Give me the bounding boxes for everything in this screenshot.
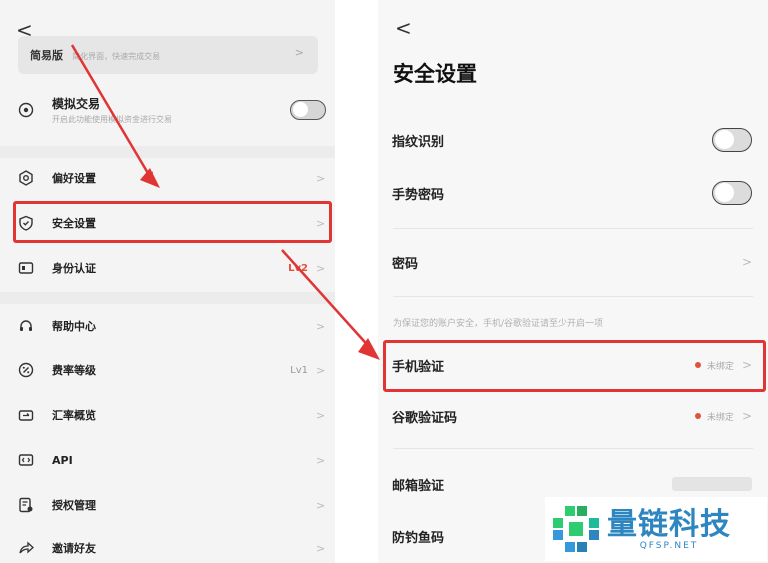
separator: [393, 228, 753, 229]
chevron-right-icon: >: [316, 408, 326, 422]
separator: [393, 448, 753, 449]
password-row[interactable]: 密码 >: [388, 240, 756, 284]
api-icon: [14, 448, 38, 472]
chevron-right-icon: >: [316, 171, 326, 185]
panel-divider: [335, 0, 378, 563]
banner-subtitle: 简化界面，快速完成交易: [72, 52, 161, 61]
chevron-right-icon: >: [316, 498, 326, 512]
highlight-box-security: [13, 201, 332, 243]
password-label: 密码: [392, 256, 419, 272]
percent-icon: [14, 358, 38, 382]
status-dot-icon: [694, 413, 701, 419]
google-auth-row[interactable]: 谷歌验证码 未绑定 >: [388, 394, 756, 438]
sidebar-item-label: 帮助中心: [52, 320, 96, 333]
identity-level-badge: Lv2: [288, 262, 308, 274]
fingerprint-label: 指纹识别: [392, 134, 445, 150]
sidebar-item-label: 费率等级: [52, 364, 96, 377]
share-icon: [14, 536, 38, 560]
sim-trading-toggle[interactable]: [290, 100, 326, 120]
sidebar-item-invite[interactable]: 邀请好友 >: [14, 530, 326, 563]
sidebar-item-preferences[interactable]: 偏好设置 >: [14, 160, 326, 196]
fingerprint-row: 指纹识别: [388, 118, 756, 162]
chevron-right-icon: >: [741, 409, 752, 423]
gesture-toggle[interactable]: [712, 181, 752, 205]
account-settings-panel: < 简易版 简化界面，快速完成交易 > 模拟交易 开启此功能使用模拟资金进行交易…: [0, 0, 335, 563]
exchange-icon: [14, 403, 38, 427]
chevron-right-icon: >: [316, 541, 326, 555]
license-icon: [14, 493, 38, 517]
logo-domain: QFSP.NET: [639, 540, 699, 551]
chevron-right-icon: >: [316, 453, 326, 467]
google-status: 未绑定: [694, 410, 734, 423]
chevron-right-icon: >: [316, 261, 326, 275]
sidebar-item-label: 授权管理: [52, 499, 96, 512]
sidebar-item-help[interactable]: 帮助中心 >: [14, 308, 326, 344]
highlight-box-phone: [383, 340, 766, 392]
gesture-row: 手势密码: [388, 171, 756, 215]
separator: [393, 296, 753, 297]
brand-logo: 量链科技 QFSP.NET: [545, 497, 767, 561]
chevron-right-icon: >: [316, 319, 326, 333]
sidebar-item-label: API: [52, 453, 73, 467]
banner-title: 简易版: [30, 49, 63, 62]
sim-trading-icon: [14, 98, 38, 122]
chevron-right-icon: >: [741, 255, 752, 269]
chevron-right-icon: >: [316, 363, 326, 377]
sidebar-item-label: 汇率概览: [52, 409, 96, 422]
back-button[interactable]: <: [395, 18, 412, 38]
email-value-blurred: [672, 477, 752, 491]
simple-mode-banner[interactable]: 简易版 简化界面，快速完成交易 >: [18, 36, 318, 74]
fingerprint-toggle[interactable]: [712, 128, 752, 152]
email-verification-label: 邮箱验证: [392, 478, 445, 494]
chevron-right-icon: >: [294, 46, 304, 59]
sidebar-item-label: 邀请好友: [52, 542, 96, 555]
security-hint: 为保证您的账户安全，手机/谷歌验证请至少开启一项: [393, 319, 604, 329]
sim-trading-sub: 开启此功能使用模拟资金进行交易: [52, 115, 172, 124]
headset-icon: [14, 314, 38, 338]
google-auth-label: 谷歌验证码: [392, 410, 458, 426]
sidebar-item-authorization[interactable]: 授权管理 >: [14, 487, 326, 523]
sidebar-item-exchange-rate[interactable]: 汇率概览 >: [14, 397, 326, 433]
page-title: 安全设置: [393, 62, 477, 86]
google-status-text: 未绑定: [706, 412, 734, 423]
sidebar-item-api[interactable]: API >: [14, 442, 326, 478]
logo-mark-icon: [553, 506, 599, 552]
id-card-icon: [14, 256, 38, 280]
sidebar-item-label: 身份认证: [52, 262, 96, 275]
fee-level-value: Lv1: [290, 364, 308, 376]
sim-trading-row: 模拟交易 开启此功能使用模拟资金进行交易: [14, 90, 326, 130]
section-divider: [0, 146, 335, 158]
sidebar-item-identity[interactable]: 身份认证 Lv2 >: [14, 250, 326, 286]
sidebar-item-fee-level[interactable]: 费率等级 Lv1 >: [14, 352, 326, 388]
gesture-label: 手势密码: [392, 187, 445, 203]
sidebar-item-label: 偏好设置: [52, 172, 96, 185]
logo-name: 量链科技: [607, 506, 731, 542]
sim-trading-label: 模拟交易: [52, 97, 101, 111]
gear-icon: [14, 166, 38, 190]
section-divider: [0, 292, 335, 304]
